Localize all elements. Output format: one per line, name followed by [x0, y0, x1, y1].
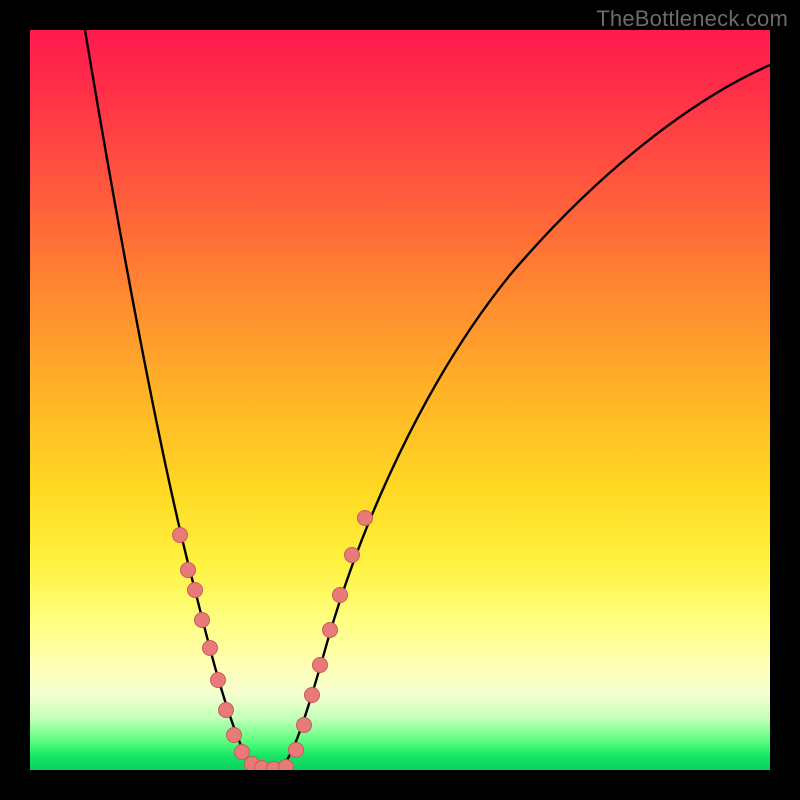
data-dot [188, 583, 203, 598]
plot-area [30, 30, 770, 770]
data-dot [181, 563, 196, 578]
data-dots [173, 511, 373, 771]
data-dot [235, 745, 250, 760]
data-dot [173, 528, 188, 543]
data-dot [289, 743, 304, 758]
chart-svg [30, 30, 770, 770]
data-dot [203, 641, 218, 656]
data-dot [345, 548, 360, 563]
data-dot [333, 588, 348, 603]
data-dot [195, 613, 210, 628]
data-dot [227, 728, 242, 743]
data-dot [358, 511, 373, 526]
data-dot [219, 703, 234, 718]
data-dot [305, 688, 320, 703]
data-dot [313, 658, 328, 673]
watermark-text: TheBottleneck.com [596, 6, 788, 32]
outer-frame: TheBottleneck.com [0, 0, 800, 800]
data-dot [211, 673, 226, 688]
bottleneck-curve [85, 30, 770, 769]
data-dot [279, 760, 294, 771]
data-dot [297, 718, 312, 733]
data-dot [323, 623, 338, 638]
